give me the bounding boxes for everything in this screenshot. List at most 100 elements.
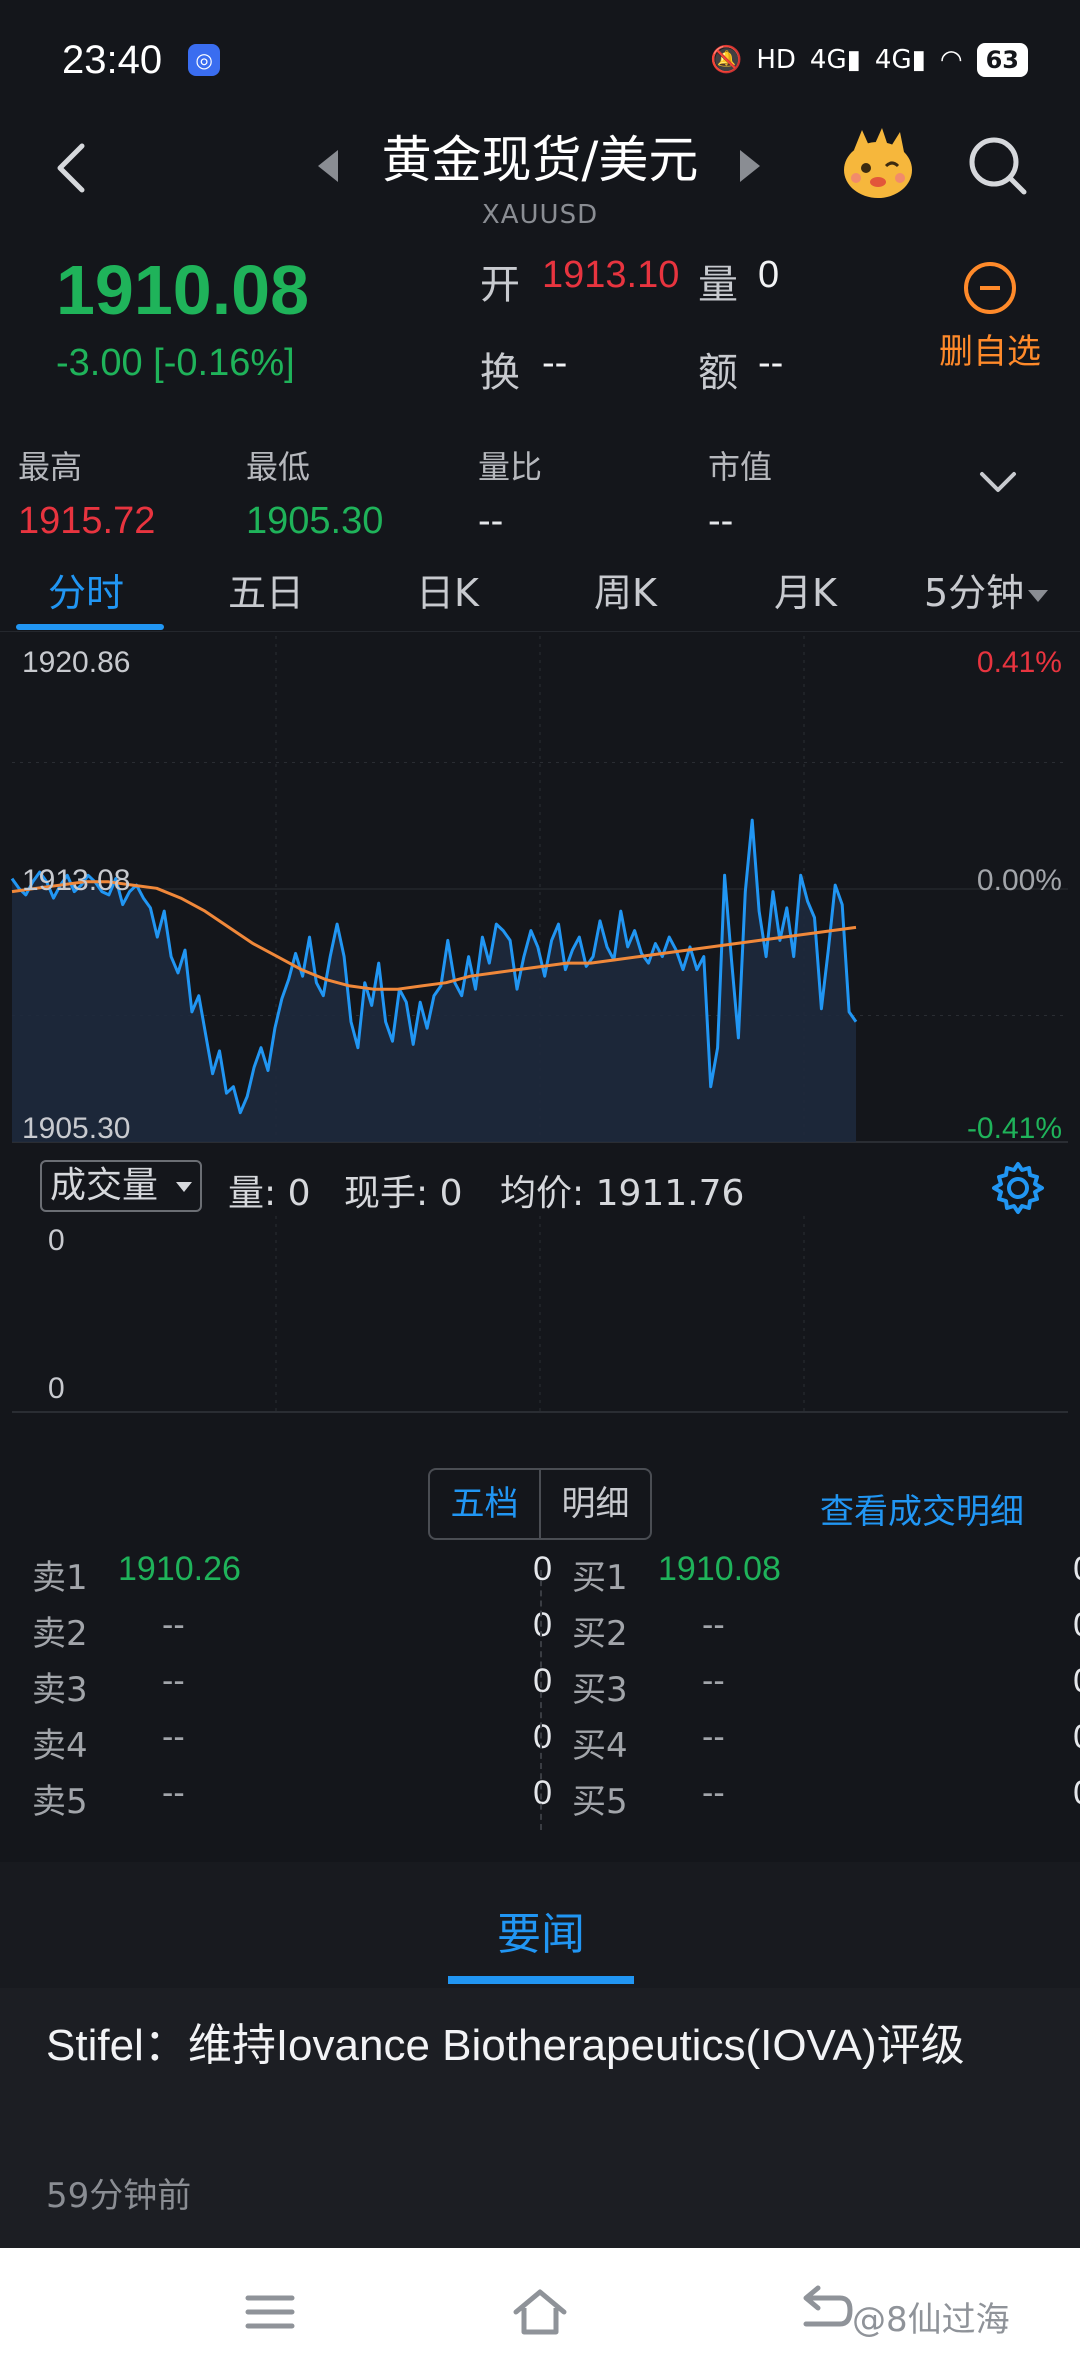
volume-toolbar: 成交量 量: 0 现手: 0 均价: 1911.76: [0, 1156, 1080, 1216]
page-title: 黄金现货/美元: [381, 131, 699, 189]
turnover-label: 换: [480, 350, 520, 396]
stat-value: 1905.30: [246, 500, 384, 542]
stat-low: 最低 1905.30: [246, 442, 383, 543]
bid-row: 买3 -- 0: [572, 1662, 1080, 1718]
price-change: -3.00 [-0.16%]: [56, 342, 295, 384]
bid-qty: 0: [1073, 1662, 1080, 1701]
tab-headlines[interactable]: 要闻: [448, 1898, 634, 1962]
select-caret-icon: [176, 1182, 192, 1192]
indicator-select[interactable]: 成交量: [40, 1160, 202, 1212]
news-item[interactable]: Stifel：维持Iovance Biotherapeutics(IOVA)评级…: [0, 1988, 1080, 2248]
gear-icon[interactable]: [990, 1160, 1046, 1216]
ask-row: 卖2 -- 0: [32, 1606, 552, 1662]
app-notification-icon: ◎: [188, 44, 221, 76]
book-divider: [540, 1570, 542, 1830]
bid-price: --: [702, 1718, 725, 1756]
tab-monthly-k[interactable]: 月K: [774, 562, 837, 617]
signal2-icon: 4G▮: [874, 45, 926, 75]
indicator-select-value: 成交量: [50, 1165, 159, 1206]
stat-label: 量比: [478, 448, 543, 486]
caret-down-icon: [1028, 589, 1049, 602]
bid-price: --: [702, 1662, 725, 1700]
ask-price: --: [162, 1718, 185, 1756]
home-icon[interactable]: [510, 2284, 570, 2340]
tab-five-levels[interactable]: 五档: [430, 1470, 541, 1538]
tab-weekly-k[interactable]: 周K: [594, 562, 657, 617]
volume-axis-bottom: 0: [48, 1372, 65, 1405]
volume-axis-top: 0: [48, 1224, 65, 1257]
bid-price: --: [702, 1606, 725, 1644]
quote-panel: 1910.08 -3.00 [-0.16%] 开 1913.10 量 0 换 -…: [0, 230, 1080, 420]
tab-trade-details[interactable]: 明细: [541, 1470, 650, 1538]
ask-price: --: [162, 1662, 185, 1700]
tab-five-day[interactable]: 五日: [228, 562, 304, 617]
title-block: 黄金现货/美元 XAUUSD: [0, 120, 1080, 230]
ask-label: 卖1: [32, 1558, 88, 1598]
status-bar: 23:40 ◎ 🔕 HD 4G▮ 4G▮ ◠ 63: [0, 0, 1080, 120]
intraday-chart-svg: [10, 636, 1068, 1143]
ask-price: --: [162, 1606, 185, 1644]
chart-bottom-price: 1905.30: [22, 1112, 131, 1145]
news-tab-bar: 要闻: [0, 1862, 1080, 1988]
status-time: 23:40: [62, 37, 163, 82]
back-icon[interactable]: [796, 2284, 856, 2340]
stat-high: 最高 1915.72: [18, 442, 155, 543]
last-price: 1910.08: [56, 251, 310, 329]
ask-label: 卖2: [32, 1614, 88, 1654]
open-label: 开: [480, 262, 520, 308]
mute-icon: 🔕: [709, 45, 743, 75]
wifi-icon: ◠: [939, 45, 963, 75]
chart-bottom-pct: -0.41%: [966, 1112, 1062, 1145]
ask-price: 1910.26: [118, 1550, 241, 1588]
tab-five-minute-label: 5分钟: [924, 571, 1025, 615]
chart-top-pct: 0.41%: [976, 646, 1062, 679]
amount-value: --: [758, 342, 784, 384]
depth-tab-group: 五档 明细: [428, 1468, 652, 1540]
search-icon[interactable]: [966, 134, 1030, 198]
menu-icon[interactable]: [240, 2284, 300, 2340]
view-trade-details-link[interactable]: 查看成交明细: [820, 1484, 1024, 1533]
signal-icon: 4G▮: [809, 45, 861, 75]
chevron-down-icon[interactable]: [978, 462, 1018, 502]
volume-chart: 0 0: [0, 1216, 1080, 1416]
bid-label: 买3: [572, 1670, 628, 1710]
next-symbol-icon[interactable]: [740, 150, 760, 182]
stat-label: 市值: [708, 448, 773, 486]
bid-label: 买1: [572, 1558, 628, 1598]
ask-qty: 0: [533, 1774, 552, 1812]
current-hand-readout: 现手: 0: [344, 1173, 463, 1214]
volume-value: 0: [758, 254, 780, 296]
system-nav-bar: @8仙过海: [0, 2248, 1080, 2376]
bid-row: 买4 -- 0: [572, 1718, 1080, 1774]
bid-row: 买2 -- 0: [572, 1606, 1080, 1662]
tab-intraday[interactable]: 分时: [48, 562, 124, 617]
amount-label: 额: [698, 350, 738, 396]
volume-label: 量: [698, 262, 738, 308]
volume-grid: [12, 1216, 1068, 1413]
ask-label: 卖5: [32, 1782, 88, 1822]
chart-mid-pct: 0.00%: [976, 864, 1062, 897]
tab-daily-k[interactable]: 日K: [416, 562, 479, 617]
intraday-chart[interactable]: 1920.86 0.41% 1913.08 0.00% 1905.30 -0.4…: [0, 636, 1080, 1156]
chart-mid-price: 1913.08: [22, 864, 131, 897]
chart-top-price: 1920.86: [22, 646, 131, 679]
bid-price: --: [702, 1774, 725, 1812]
turnover-value: --: [542, 342, 568, 384]
ask-row: 卖5 -- 0: [32, 1774, 552, 1830]
tab-five-minute[interactable]: 5分钟: [924, 562, 1049, 617]
ask-qty: 0: [533, 1606, 552, 1644]
news-tab-indicator: [448, 1976, 634, 1984]
chart-tabs: 分时 五日 日K 周K 月K 5分钟: [0, 548, 1080, 632]
bid-qty: 0: [1073, 1718, 1080, 1757]
hd-icon: HD: [756, 45, 796, 75]
stat-value: --: [478, 500, 504, 542]
remove-watchlist-button[interactable]: 删自选: [930, 262, 1050, 373]
stat-market-cap: 市值 --: [708, 442, 772, 543]
ask-qty: 0: [533, 1662, 552, 1700]
remove-watchlist-label: 删自选: [939, 332, 1041, 372]
ask-qty: 0: [533, 1718, 552, 1756]
price-area-fill: [12, 820, 856, 1142]
mascot-icon[interactable]: [838, 126, 918, 202]
minus-circle-icon: [964, 262, 1016, 314]
ask-row: 卖1 1910.26 0: [32, 1550, 552, 1606]
